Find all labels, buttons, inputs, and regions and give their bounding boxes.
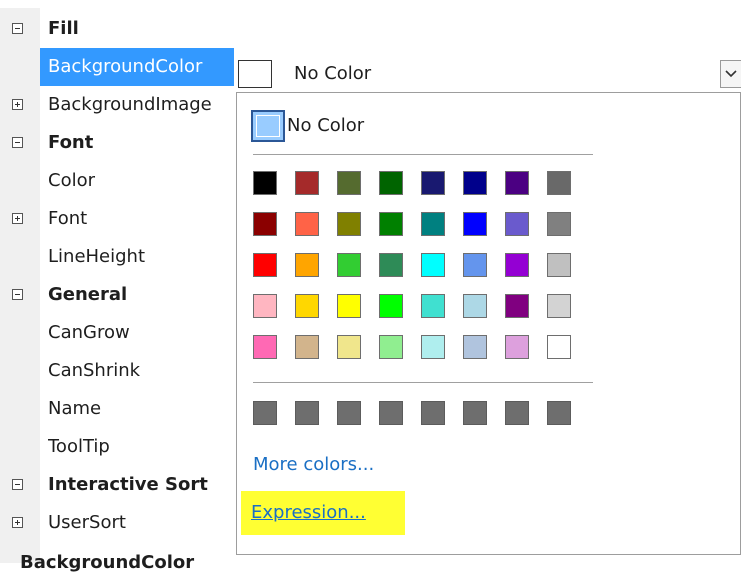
custom-color-swatch[interactable] <box>379 401 403 425</box>
color-swatch[interactable] <box>337 294 361 318</box>
custom-color-swatch[interactable] <box>505 401 529 425</box>
color-swatch[interactable] <box>547 253 571 277</box>
color-swatch[interactable] <box>253 212 277 236</box>
category-label: Font <box>48 132 94 153</box>
expand-icon[interactable] <box>12 213 23 224</box>
color-swatch[interactable] <box>463 212 487 236</box>
property-row[interactable]: ToolTip <box>0 428 236 466</box>
color-swatch[interactable] <box>463 294 487 318</box>
property-label: Font <box>48 208 88 229</box>
chevron-down-icon[interactable] <box>720 60 741 88</box>
color-swatch[interactable] <box>547 212 571 236</box>
collapse-icon[interactable] <box>12 479 23 490</box>
color-swatch[interactable] <box>463 253 487 277</box>
no-color-option[interactable]: No Color <box>247 107 587 145</box>
color-swatch[interactable] <box>295 171 319 195</box>
color-swatch[interactable] <box>379 335 403 359</box>
property-label: CanGrow <box>48 322 130 343</box>
value-text: No Color <box>294 63 372 84</box>
color-picker-popup: No Color More colors... Expression... <box>236 92 741 555</box>
color-swatch[interactable] <box>547 335 571 359</box>
background-color-value[interactable]: No Color <box>236 56 741 92</box>
no-color-swatch[interactable] <box>251 110 285 142</box>
property-label: LineHeight <box>48 246 146 267</box>
property-row[interactable]: BackgroundColor <box>0 48 236 86</box>
property-row[interactable]: Color <box>0 162 236 200</box>
color-swatch[interactable] <box>379 212 403 236</box>
property-row[interactable]: Name <box>0 390 236 428</box>
custom-color-swatch[interactable] <box>421 401 445 425</box>
custom-color-swatch[interactable] <box>253 401 277 425</box>
description-title: BackgroundColor <box>20 552 195 573</box>
property-label: CanShrink <box>48 360 141 381</box>
category-label: General <box>48 284 128 305</box>
custom-color-swatch[interactable] <box>337 401 361 425</box>
expression-link[interactable]: Expression... <box>251 501 366 525</box>
property-row[interactable]: BackgroundImage <box>0 86 236 124</box>
custom-color-swatch[interactable] <box>547 401 571 425</box>
color-swatch[interactable] <box>253 294 277 318</box>
color-swatch[interactable] <box>295 253 319 277</box>
category-row[interactable]: Font <box>0 124 236 162</box>
category-label: Fill <box>48 18 79 39</box>
color-swatch[interactable] <box>463 171 487 195</box>
property-row[interactable]: CanGrow <box>0 314 236 352</box>
property-label: ToolTip <box>48 436 110 457</box>
color-swatch[interactable] <box>295 335 319 359</box>
color-swatch[interactable] <box>421 212 445 236</box>
color-swatch[interactable] <box>547 171 571 195</box>
category-row[interactable]: General <box>0 276 236 314</box>
expand-icon[interactable] <box>12 99 23 110</box>
color-swatch[interactable] <box>379 253 403 277</box>
color-swatch[interactable] <box>547 294 571 318</box>
property-row[interactable]: CanShrink <box>0 352 236 390</box>
color-swatch[interactable] <box>253 335 277 359</box>
color-swatch[interactable] <box>505 335 529 359</box>
color-swatch[interactable] <box>463 335 487 359</box>
color-swatch[interactable] <box>337 335 361 359</box>
category-row[interactable]: Interactive Sort <box>0 466 236 504</box>
no-color-label: No Color <box>287 115 365 136</box>
color-swatch[interactable] <box>253 253 277 277</box>
property-label: Name <box>48 398 102 419</box>
separator <box>253 382 593 383</box>
property-label: UserSort <box>48 512 126 533</box>
expand-icon[interactable] <box>12 517 23 528</box>
color-swatch[interactable] <box>337 253 361 277</box>
property-row[interactable]: Font <box>0 200 236 238</box>
collapse-icon[interactable] <box>12 23 23 34</box>
more-colors-link[interactable]: More colors... <box>253 453 374 477</box>
custom-color-swatch[interactable] <box>295 401 319 425</box>
color-swatch[interactable] <box>295 212 319 236</box>
color-swatch[interactable] <box>253 171 277 195</box>
property-row[interactable]: LineHeight <box>0 238 236 276</box>
separator <box>253 154 593 155</box>
color-swatch[interactable] <box>337 171 361 195</box>
color-swatch[interactable] <box>421 171 445 195</box>
color-swatch[interactable] <box>421 335 445 359</box>
property-label: BackgroundImage <box>48 94 212 115</box>
property-label: Color <box>48 170 95 191</box>
color-swatch[interactable] <box>379 171 403 195</box>
color-swatch[interactable] <box>505 294 529 318</box>
color-swatch[interactable] <box>505 171 529 195</box>
color-swatch[interactable] <box>421 253 445 277</box>
category-row[interactable]: Fill <box>0 10 236 48</box>
color-swatch[interactable] <box>337 212 361 236</box>
color-swatch[interactable] <box>421 294 445 318</box>
color-swatch[interactable] <box>505 212 529 236</box>
category-label: Interactive Sort <box>48 474 208 495</box>
collapse-icon[interactable] <box>12 289 23 300</box>
color-swatch-preview <box>238 60 272 88</box>
property-row[interactable]: UserSort <box>0 504 236 542</box>
color-swatch[interactable] <box>505 253 529 277</box>
custom-color-swatch[interactable] <box>463 401 487 425</box>
color-swatch[interactable] <box>379 294 403 318</box>
collapse-icon[interactable] <box>12 137 23 148</box>
color-swatch[interactable] <box>295 294 319 318</box>
property-label: BackgroundColor <box>40 48 234 86</box>
